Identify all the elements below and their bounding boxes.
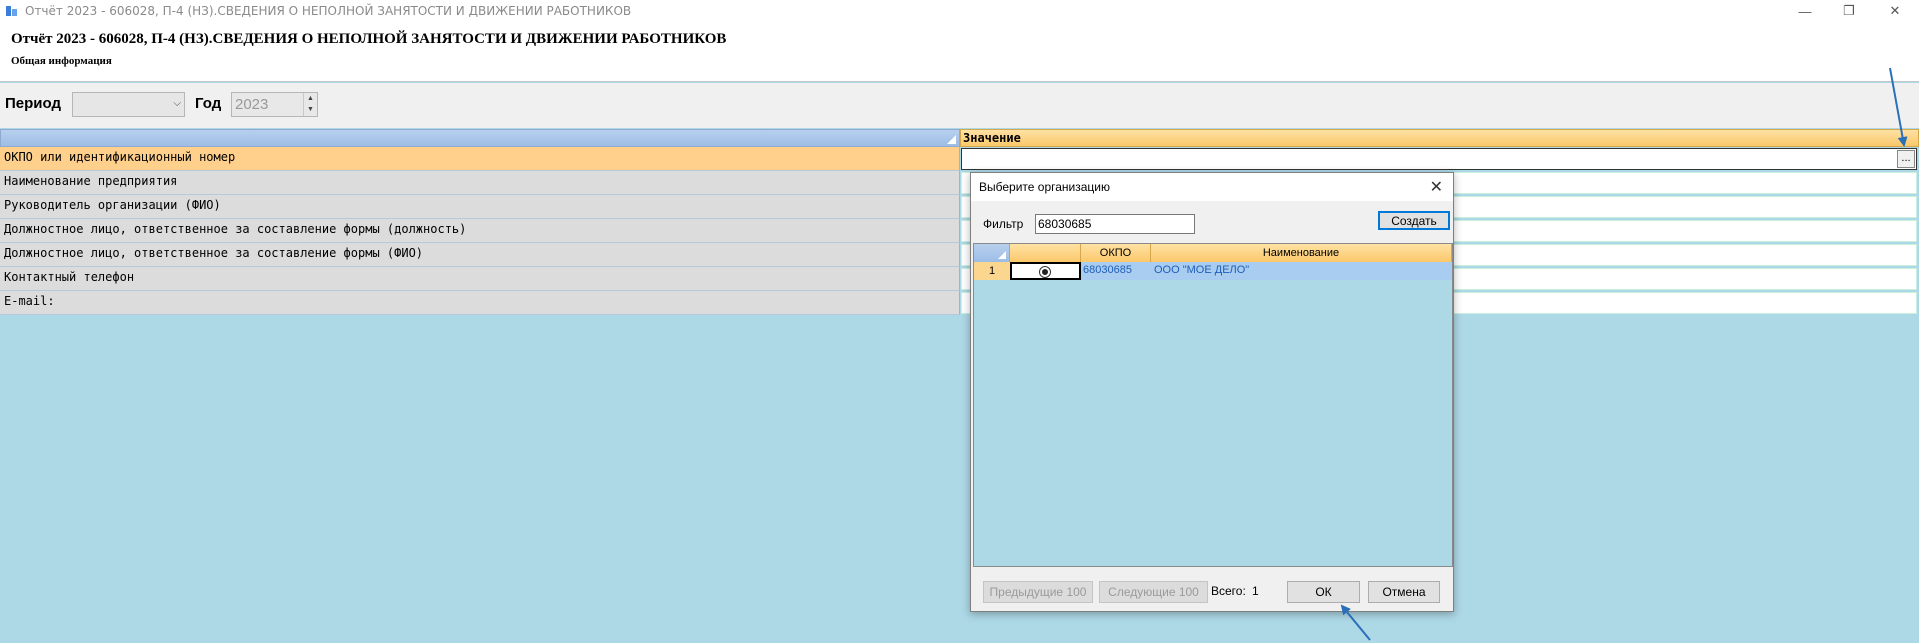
- report-subtitle: Общая информация: [11, 55, 112, 67]
- chevron-down-icon: ⌵: [173, 98, 181, 109]
- filter-label: Фильтр: [983, 217, 1024, 231]
- row-select-cell[interactable]: [1010, 262, 1081, 280]
- column-header-okpo[interactable]: ОКПО: [1081, 244, 1151, 262]
- row-label: ОКПО или идентификационный номер: [4, 150, 236, 164]
- window-title: Отчёт 2023 - 606028, П-4 (НЗ).СВЕДЕНИЯ О…: [25, 4, 632, 18]
- ellipsis-button[interactable]: ...: [1897, 150, 1915, 168]
- grid-header-corner[interactable]: [0, 129, 960, 147]
- table-corner[interactable]: [974, 244, 1010, 262]
- organizations-table: ОКПО Наименование 1 68030685 ООО "МОЕ ДЕ…: [973, 243, 1453, 567]
- grid-row-phone[interactable]: Контактный телефон: [0, 267, 960, 291]
- dialog-title: Выберите организацию: [979, 180, 1111, 194]
- table-header: ОКПО Наименование: [974, 244, 1452, 262]
- grid-row-director[interactable]: Руководитель организации (ФИО): [0, 195, 960, 219]
- period-label: Период: [5, 95, 61, 112]
- grid-header-value[interactable]: Значение: [960, 129, 1919, 147]
- column-header-select[interactable]: [1010, 244, 1081, 262]
- minimize-button[interactable]: —: [1782, 0, 1828, 22]
- restore-button[interactable]: ❐: [1826, 0, 1872, 22]
- grid-row-responsible-position[interactable]: Должностное лицо, ответственное за соста…: [0, 219, 960, 243]
- column-header-name[interactable]: Наименование: [1151, 244, 1452, 262]
- corner-triangle-icon: [998, 251, 1006, 259]
- close-window-button[interactable]: ✕: [1872, 0, 1918, 22]
- cancel-button[interactable]: Отмена: [1368, 581, 1440, 603]
- row-label: Должностное лицо, ответственное за соста…: [4, 222, 467, 236]
- period-select[interactable]: ⌵: [72, 92, 185, 117]
- next-100-button[interactable]: Следующие 100: [1099, 581, 1208, 603]
- row-label: Наименование предприятия: [4, 174, 178, 188]
- name-cell: ООО "МОЕ ДЕЛО": [1154, 264, 1250, 276]
- year-stepper-buttons[interactable]: ▲ ▼: [303, 93, 317, 116]
- close-icon[interactable]: ✕: [1430, 177, 1443, 197]
- grid-row-responsible-name[interactable]: Должностное лицо, ответственное за соста…: [0, 243, 960, 267]
- okpo-value-field[interactable]: ...: [961, 148, 1917, 170]
- row-label: Контактный телефон: [4, 270, 135, 284]
- total-value: 1: [1252, 584, 1259, 598]
- app-icon: [6, 6, 17, 16]
- select-organization-dialog: Выберите организацию ✕ Фильтр 68030685 С…: [970, 172, 1454, 612]
- window-titlebar: Отчёт 2023 - 606028, П-4 (НЗ).СВЕДЕНИЯ О…: [0, 0, 1919, 22]
- row-label: Руководитель организации (ФИО): [4, 198, 221, 212]
- row-number: 1: [974, 262, 1010, 280]
- year-value: 2023: [235, 96, 269, 113]
- filter-input[interactable]: 68030685: [1035, 214, 1195, 234]
- corner-triangle-icon: [947, 135, 956, 144]
- report-header: Отчёт 2023 - 606028, П-4 (НЗ).СВЕДЕНИЯ О…: [0, 22, 1919, 82]
- radio-selected-icon[interactable]: [1039, 266, 1051, 278]
- period-bar: Период ⌵ Год 2023 ▲ ▼: [0, 83, 1919, 128]
- stepper-up-icon[interactable]: ▲: [304, 93, 317, 104]
- prev-100-button[interactable]: Предыдущие 100: [983, 581, 1093, 603]
- ok-button[interactable]: ОК: [1287, 581, 1360, 603]
- stepper-down-icon[interactable]: ▼: [304, 104, 317, 115]
- okpo-cell: 68030685: [1083, 264, 1132, 276]
- grid-row-okpo[interactable]: ОКПО или идентификационный номер: [0, 147, 960, 171]
- row-label: E-mail:: [4, 294, 55, 308]
- report-title: Отчёт 2023 - 606028, П-4 (НЗ).СВЕДЕНИЯ О…: [11, 31, 727, 47]
- grid-row-email[interactable]: E-mail:: [0, 291, 960, 315]
- year-stepper[interactable]: 2023 ▲ ▼: [231, 92, 318, 117]
- year-label: Год: [195, 95, 222, 112]
- value-column-header: Значение: [963, 131, 1021, 145]
- grid-row-company-name[interactable]: Наименование предприятия: [0, 171, 960, 195]
- row-label: Должностное лицо, ответственное за соста…: [4, 246, 424, 260]
- table-row[interactable]: 1 68030685 ООО "МОЕ ДЕЛО": [974, 262, 1452, 280]
- create-button[interactable]: Создать: [1378, 211, 1450, 230]
- dialog-titlebar: Выберите организацию ✕: [971, 173, 1453, 201]
- total-label: Всего:: [1211, 584, 1246, 598]
